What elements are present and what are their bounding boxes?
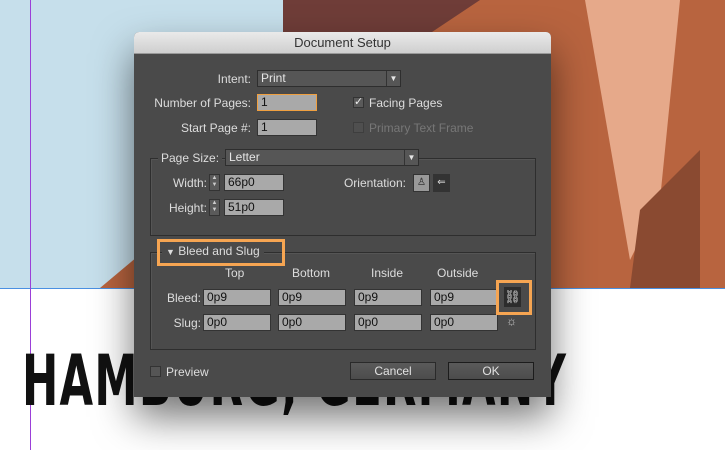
height-input[interactable]: 51p0 — [224, 199, 284, 216]
page-size-value: Letter — [229, 150, 260, 164]
height-label: Height: — [168, 201, 207, 215]
pages-label: Number of Pages: — [154, 96, 251, 110]
page-size-group — [150, 158, 536, 236]
slug-bottom-input[interactable]: 0p0 — [278, 314, 346, 331]
intent-label: Intent: — [217, 72, 251, 86]
preview-checkbox[interactable] — [150, 366, 161, 377]
bleed-outside-input[interactable]: 0p9 — [430, 289, 498, 306]
start-page-input[interactable]: 1 — [257, 119, 317, 136]
page-size-dropdown[interactable]: Letter ▼ — [225, 149, 419, 166]
column-bottom: Bottom — [292, 266, 331, 280]
intent-value: Print — [261, 71, 286, 85]
highlight-box — [496, 280, 532, 315]
primary-text-frame-label: Primary Text Frame — [369, 121, 474, 135]
start-page-label: Start Page #: — [180, 121, 251, 135]
slug-label: Slug: — [173, 316, 201, 330]
landscape-orientation-icon[interactable]: ⇐ — [433, 174, 450, 192]
column-top: Top — [225, 266, 245, 280]
column-inside: Inside — [371, 266, 404, 280]
cancel-button[interactable]: Cancel — [350, 362, 436, 380]
primary-text-frame-checkbox[interactable] — [353, 122, 364, 133]
broken-chain-icon[interactable]: ☼ — [506, 314, 517, 328]
orientation-label: Orientation: — [343, 176, 406, 190]
ok-button[interactable]: OK — [448, 362, 534, 380]
slug-top-input[interactable]: 0p0 — [203, 314, 271, 331]
chevron-down-icon: ▼ — [386, 71, 400, 86]
width-input[interactable]: 66p0 — [224, 174, 284, 191]
dialog-title[interactable]: Document Setup — [134, 32, 551, 54]
page-size-label: Page Size: — [158, 151, 223, 165]
slug-inside-input[interactable]: 0p0 — [354, 314, 422, 331]
intent-dropdown[interactable]: Print ▼ — [257, 70, 401, 87]
bleed-top-input[interactable]: 0p9 — [203, 289, 271, 306]
width-label: Width: — [172, 176, 207, 190]
preview-label: Preview — [166, 365, 209, 379]
facing-pages-label: Facing Pages — [369, 96, 443, 110]
portrait-orientation-icon[interactable]: ♙ — [413, 174, 430, 192]
column-outside: Outside — [437, 266, 479, 280]
chevron-down-icon: ▼ — [404, 150, 418, 165]
bleed-inside-input[interactable]: 0p9 — [354, 289, 422, 306]
facing-pages-checkbox[interactable]: ✓ — [353, 97, 364, 108]
document-setup-dialog: Document Setup Intent: Print ▼ Number of … — [134, 32, 551, 397]
width-stepper[interactable]: ▲ ▼ — [209, 174, 220, 191]
height-stepper[interactable]: ▲ ▼ — [209, 199, 220, 216]
highlight-box — [157, 239, 285, 266]
bleed-bottom-input[interactable]: 0p9 — [278, 289, 346, 306]
bleed-label: Bleed: — [166, 291, 201, 305]
slug-outside-input[interactable]: 0p0 — [430, 314, 498, 331]
number-of-pages-input[interactable]: 1 — [257, 94, 317, 111]
